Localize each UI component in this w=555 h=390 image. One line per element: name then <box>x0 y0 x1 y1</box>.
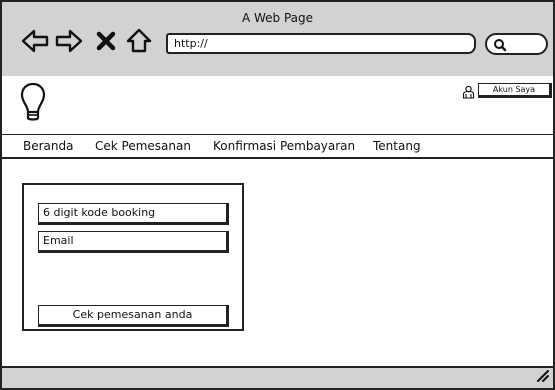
close-icon[interactable] <box>92 26 122 56</box>
check-booking-button[interactable]: Cek pemesanan anda <box>38 305 229 327</box>
home-icon[interactable] <box>124 26 154 56</box>
right-arrow-icon[interactable] <box>54 26 84 56</box>
menu-item-beranda[interactable]: Beranda <box>23 139 73 153</box>
email-field[interactable]: Email <box>38 231 229 253</box>
lightbulb-icon <box>20 82 46 126</box>
user-icon <box>462 84 475 103</box>
browser-window: A Web Page http:// Akun Saya Beranda Cek… <box>0 0 555 390</box>
resize-grip-icon[interactable] <box>535 367 549 386</box>
menu-item-cek-pemesanan[interactable]: Cek Pemesanan <box>95 139 191 153</box>
window-title: A Web Page <box>241 11 314 25</box>
url-input[interactable]: http:// <box>166 33 476 54</box>
booking-code-field[interactable]: 6 digit kode booking <box>38 203 229 225</box>
main-menu: Beranda Cek Pemesanan Konfirmasi Pembaya… <box>2 135 553 159</box>
status-bar <box>2 366 553 388</box>
booking-check-form: 6 digit kode booking Email Cek pemesanan… <box>22 183 244 331</box>
search-button[interactable] <box>485 33 548 55</box>
menu-item-tentang[interactable]: Tentang <box>373 139 421 153</box>
search-icon <box>494 39 507 52</box>
left-arrow-icon[interactable] <box>20 26 50 56</box>
account-button[interactable]: Akun Saya <box>478 83 552 98</box>
browser-toolbar: A Web Page http:// <box>2 2 553 78</box>
site-header: Akun Saya <box>2 76 553 136</box>
menu-item-konfirmasi-pembayaran[interactable]: Konfirmasi Pembayaran <box>213 139 355 153</box>
